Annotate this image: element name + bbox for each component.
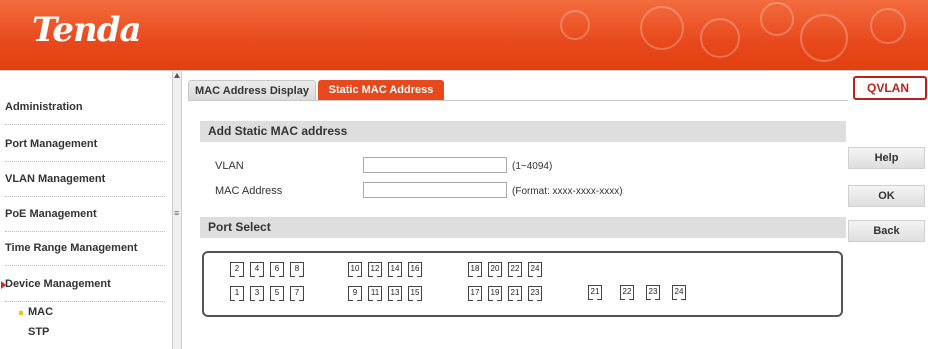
port-22[interactable]: 22 bbox=[508, 262, 522, 277]
decor-circle bbox=[640, 6, 684, 50]
decor-circle bbox=[870, 8, 906, 44]
sidebar-nav: Administration Port Management VLAN Mana… bbox=[0, 71, 172, 349]
port-16[interactable]: 16 bbox=[408, 262, 422, 277]
help-button[interactable]: Help bbox=[848, 147, 925, 169]
sidebar-item-label: Time Range Management bbox=[5, 242, 138, 254]
bullet-icon bbox=[19, 311, 23, 315]
port-6[interactable]: 6 bbox=[270, 262, 284, 277]
sidebar-item-port-management[interactable]: Port Management bbox=[5, 132, 165, 162]
mac-address-label: MAC Address bbox=[215, 185, 283, 197]
decor-circle bbox=[800, 14, 848, 62]
sidebar-scrollbar[interactable]: ≡ bbox=[172, 71, 182, 349]
port-12[interactable]: 12 bbox=[368, 262, 382, 277]
sidebar-item-time-range-management[interactable]: Time Range Management bbox=[5, 236, 165, 266]
port-9[interactable]: 9 bbox=[348, 286, 362, 301]
vlan-label: VLAN bbox=[215, 160, 244, 172]
sidebar-subitem-mac[interactable]: MAC bbox=[28, 306, 53, 318]
port-11[interactable]: 11 bbox=[368, 286, 382, 301]
sidebar-item-device-management[interactable]: Device Management bbox=[1, 272, 165, 302]
divider bbox=[5, 196, 165, 197]
qvlan-link[interactable]: QVLAN bbox=[853, 76, 927, 100]
sidebar-item-vlan-management[interactable]: VLAN Management bbox=[5, 167, 165, 197]
port-18[interactable]: 18 bbox=[468, 262, 482, 277]
decor-circle bbox=[560, 10, 590, 40]
port-15[interactable]: 15 bbox=[408, 286, 422, 301]
divider bbox=[5, 231, 165, 232]
sfp-port-22[interactable]: 22 bbox=[620, 285, 634, 300]
section-title-add-static-mac: Add Static MAC address bbox=[200, 121, 846, 142]
sfp-port-24[interactable]: 24 bbox=[672, 285, 686, 300]
tenda-logo: Tenda bbox=[32, 10, 142, 50]
sidebar-subitem-stp[interactable]: STP bbox=[28, 326, 49, 338]
divider bbox=[5, 161, 165, 162]
tab-static-mac-address[interactable]: Static MAC Address bbox=[318, 80, 444, 101]
port-21[interactable]: 21 bbox=[508, 286, 522, 301]
back-button[interactable]: Back bbox=[848, 220, 925, 242]
scroll-up-icon[interactable] bbox=[174, 73, 180, 78]
decor-circle bbox=[700, 18, 740, 58]
header-banner: Tenda bbox=[0, 0, 928, 70]
port-10[interactable]: 10 bbox=[348, 262, 362, 277]
sidebar-item-label: Administration bbox=[5, 101, 83, 113]
sfp-port-23[interactable]: 23 bbox=[646, 285, 660, 300]
port-17[interactable]: 17 bbox=[468, 286, 482, 301]
tab-mac-address-display[interactable]: MAC Address Display bbox=[188, 80, 316, 101]
sidebar-item-label: Port Management bbox=[5, 138, 98, 150]
divider bbox=[5, 301, 165, 302]
port-5[interactable]: 5 bbox=[270, 286, 284, 301]
port-20[interactable]: 20 bbox=[488, 262, 502, 277]
arrow-right-icon bbox=[1, 281, 6, 289]
port-14[interactable]: 14 bbox=[388, 262, 402, 277]
port-19[interactable]: 19 bbox=[488, 286, 502, 301]
divider bbox=[5, 124, 165, 125]
port-2[interactable]: 2 bbox=[230, 262, 244, 277]
sidebar-item-poe-management[interactable]: PoE Management bbox=[5, 202, 165, 232]
sfp-port-21[interactable]: 21 bbox=[588, 285, 602, 300]
port-24[interactable]: 24 bbox=[528, 262, 542, 277]
divider bbox=[5, 265, 165, 266]
port-8[interactable]: 8 bbox=[290, 262, 304, 277]
port-select-panel: 2 4 6 8 10 12 14 16 18 20 22 24 1 3 5 7 … bbox=[202, 251, 843, 317]
port-23[interactable]: 23 bbox=[528, 286, 542, 301]
port-4[interactable]: 4 bbox=[250, 262, 264, 277]
decor-circle bbox=[760, 2, 794, 36]
scroll-grip-icon[interactable]: ≡ bbox=[174, 209, 181, 218]
mac-address-input[interactable] bbox=[363, 182, 507, 198]
mac-address-hint: (Format: xxxx-xxxx-xxxx) bbox=[512, 186, 623, 197]
port-13[interactable]: 13 bbox=[388, 286, 402, 301]
ok-button[interactable]: OK bbox=[848, 185, 925, 207]
port-7[interactable]: 7 bbox=[290, 286, 304, 301]
section-title-port-select: Port Select bbox=[200, 217, 846, 238]
sidebar-item-administration[interactable]: Administration bbox=[5, 95, 165, 125]
vlan-hint: (1~4094) bbox=[512, 161, 553, 172]
port-3[interactable]: 3 bbox=[250, 286, 264, 301]
port-1[interactable]: 1 bbox=[230, 286, 244, 301]
sidebar-item-label: VLAN Management bbox=[5, 173, 106, 185]
vlan-input[interactable] bbox=[363, 157, 507, 173]
sidebar-item-label: PoE Management bbox=[5, 208, 97, 220]
tab-divider bbox=[188, 100, 848, 101]
sidebar-item-label: Device Management bbox=[5, 278, 111, 290]
